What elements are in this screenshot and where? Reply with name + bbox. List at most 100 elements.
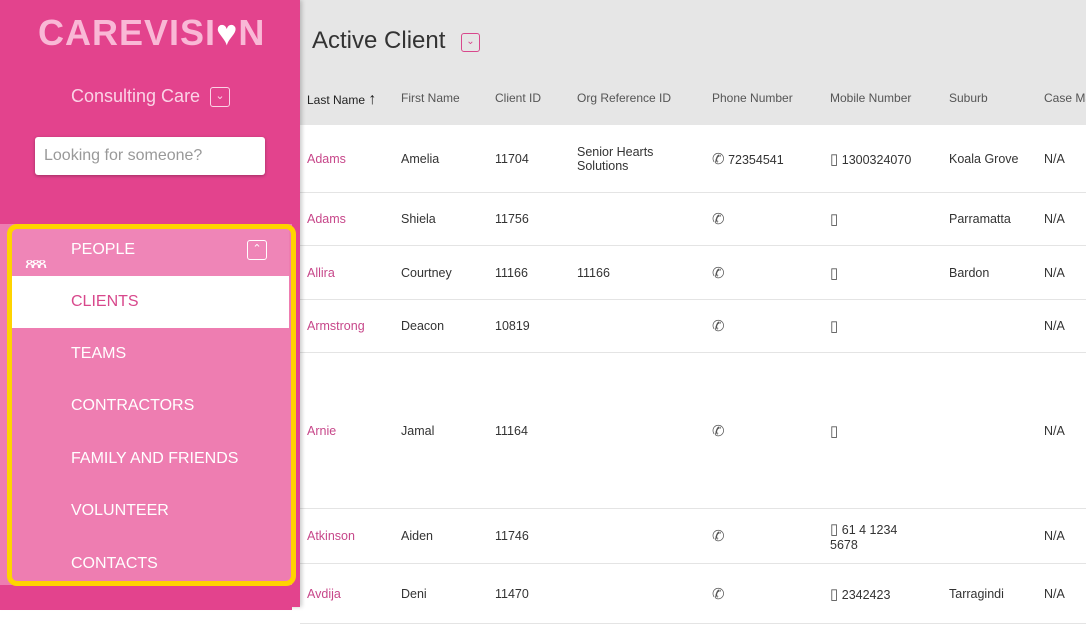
first-name: Deacon	[401, 319, 445, 333]
phone-cell[interactable]: ✆	[712, 422, 725, 440]
case-manager: N/A	[1044, 151, 1065, 166]
mobile-cell[interactable]: ▯	[830, 210, 918, 228]
phone-icon: ✆	[712, 150, 725, 168]
sidebar-item-contacts[interactable]: CONTACTS	[12, 538, 289, 590]
sidebar-item-clients[interactable]: CLIENTS	[12, 276, 289, 328]
case-manager: N/A	[1044, 529, 1065, 543]
org-reference-id: 11166	[577, 265, 610, 280]
suburb: Parramatta	[949, 212, 1011, 226]
page-title: Active Client	[312, 27, 446, 54]
last-name-link[interactable]: Atkinson	[307, 529, 355, 543]
chevron-down-icon[interactable]: ⌄	[210, 87, 230, 107]
client-id: 11756	[495, 212, 529, 226]
sidebar: CAREVISI♥N Consulting Care⌄ ጸጸጸPEOPLE⌃ C…	[0, 0, 300, 610]
first-name: Aiden	[401, 529, 433, 543]
column-phone-number[interactable]: Phone Number	[712, 91, 793, 105]
table-row[interactable]: Arnie Jamal 11164 ✆ ▯ N/A	[300, 353, 1086, 509]
phone-icon: ✆	[712, 585, 725, 603]
mobile-icon: ▯	[830, 150, 839, 168]
column-last-name[interactable]: Last Name ↑	[307, 91, 376, 109]
mobile-cell[interactable]: ▯	[830, 264, 918, 282]
case-manager: N/A	[1044, 586, 1065, 601]
mobile-cell[interactable]: ▯ 1300324070	[830, 150, 918, 168]
org-selector[interactable]: Consulting Care ⌄	[71, 86, 230, 107]
chevron-up-icon[interactable]: ⌃	[247, 240, 267, 260]
first-name: Jamal	[401, 423, 435, 438]
phone-cell[interactable]: ✆	[712, 585, 725, 603]
column-label: Last Name	[307, 93, 366, 107]
last-name-link[interactable]: Arnie	[307, 424, 336, 438]
client-id: 11746	[495, 529, 529, 543]
first-name: Deni	[401, 586, 427, 601]
sidebar-item-volunteer[interactable]: VOLUNTEER	[12, 485, 289, 537]
search-input[interactable]	[35, 137, 265, 175]
case-manager: N/A	[1044, 265, 1065, 280]
mobile-icon: ▯	[830, 521, 839, 538]
case-manager: N/A	[1044, 212, 1065, 226]
table-row[interactable]: Avdija Deni 11470 ✆ ▯ 2342423 Tarragindi N/A	[300, 564, 1086, 624]
suburb: Koala Grove	[949, 151, 1019, 166]
column-first-name[interactable]: First Name	[401, 91, 460, 105]
phone-cell[interactable]: ✆ 72354541	[712, 150, 784, 168]
sort-arrow-up-icon: ↑	[368, 91, 377, 108]
phone-cell[interactable]: ✆	[712, 264, 725, 282]
last-name-link[interactable]: Adams	[307, 212, 346, 226]
mobile-icon: ▯	[830, 422, 839, 440]
column-case-manager[interactable]: Case Ma	[1044, 91, 1086, 105]
case-manager: N/A	[1044, 423, 1065, 438]
phone-cell[interactable]: ✆	[712, 317, 725, 335]
logo-text-end: N	[238, 12, 266, 53]
suburb: Bardon	[949, 265, 990, 280]
org-name: Consulting Care	[71, 86, 201, 106]
phone-cell[interactable]: ✆	[712, 527, 725, 545]
column-mobile-number[interactable]: Mobile Number	[830, 91, 911, 105]
mobile-icon: ▯	[830, 211, 839, 228]
chevron-down-icon[interactable]: ⌄	[461, 33, 480, 52]
table-row[interactable]: Armstrong Deacon 10819 ✆ ▯ N/A	[300, 300, 1086, 353]
last-name-link[interactable]: Armstrong	[307, 319, 365, 333]
mobile-cell[interactable]: ▯ 61 4 1234 5678	[830, 520, 918, 552]
section-label: PEOPLE	[71, 241, 136, 258]
org-reference-id: Senior Hearts Solutions	[577, 144, 654, 173]
column-suburb[interactable]: Suburb	[949, 91, 988, 105]
column-client-id[interactable]: Client ID	[495, 91, 541, 105]
mobile-number: 1300324070	[841, 152, 912, 167]
sidebar-item-contractors[interactable]: CONTRACTORS	[12, 380, 289, 432]
mobile-cell[interactable]: ▯ 2342423	[830, 585, 918, 603]
heart-icon: ♥	[216, 12, 239, 53]
first-name: Shiela	[401, 212, 436, 226]
first-name: Amelia	[401, 151, 440, 166]
sidebar-item-family-and-friends[interactable]: FAMILY AND FRIENDS	[12, 433, 289, 485]
phone-icon: ✆	[712, 422, 725, 440]
first-name: Courtney	[401, 265, 452, 280]
phone-number: 72354541	[728, 152, 784, 167]
column-org-reference-id[interactable]: Org Reference ID	[577, 91, 671, 105]
case-manager: N/A	[1044, 319, 1065, 333]
mobile-cell[interactable]: ▯	[830, 317, 918, 335]
sidebar-section-people[interactable]: ጸጸጸ PEOPLE ⌃	[12, 224, 289, 276]
mobile-icon: ▯	[830, 585, 839, 603]
phone-cell[interactable]: ✆	[712, 210, 725, 228]
phone-icon: ✆	[712, 528, 725, 545]
table-row[interactable]: Adams Shiela 11756 ✆ ▯ Parramatta N/A	[300, 193, 1086, 246]
table-row[interactable]: Allira Courtney 11166 11166 ✆ ▯ Bardon N/A	[300, 246, 1086, 300]
table-row[interactable]: Atkinson Aiden 11746 ✆ ▯ 61 4 1234 5678 N/A	[300, 509, 1086, 564]
mobile-cell[interactable]: ▯	[830, 422, 918, 440]
client-id: 11470	[495, 586, 529, 601]
sidebar-item-teams[interactable]: TEAMS	[12, 328, 289, 380]
logo: CAREVISI♥N	[38, 12, 265, 54]
phone-icon: ✆	[712, 211, 725, 228]
last-name-link[interactable]: Avdija	[307, 587, 341, 601]
table-row[interactable]: Adams Amelia 11704 Senior Hearts Solutions ✆…	[300, 125, 1086, 193]
suburb: Tarragindi	[949, 586, 1004, 601]
last-name-link[interactable]: Allira	[307, 266, 335, 280]
sidebar-next-section[interactable]	[0, 590, 292, 610]
client-id: 11164	[495, 423, 528, 438]
mobile-icon: ▯	[830, 318, 839, 335]
phone-icon: ✆	[712, 264, 725, 282]
logo-text: CAREVISI	[38, 12, 217, 53]
mobile-number: 61 4 1234 5678	[830, 523, 898, 552]
last-name-link[interactable]: Adams	[307, 152, 346, 166]
client-id: 11166	[495, 265, 528, 280]
main-content: Active Client ⌄ Last Name ↑ First Name C…	[300, 0, 1086, 624]
